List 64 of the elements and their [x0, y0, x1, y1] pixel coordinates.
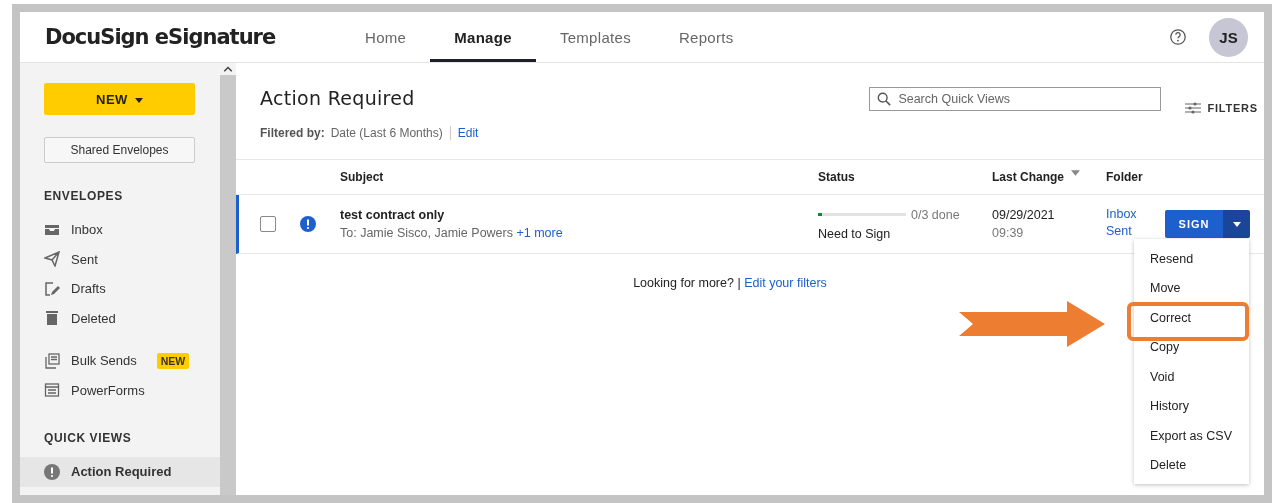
pencil-page-icon: [44, 280, 60, 297]
caret-icon: [134, 97, 143, 103]
folder-link[interactable]: Sent: [1106, 224, 1165, 238]
nav-tab[interactable]: Manage: [430, 15, 536, 62]
looking-for-more-text: Looking for more? |: [633, 276, 741, 290]
menu-item[interactable]: Correct: [1150, 310, 1191, 325]
caret-icon: [1232, 221, 1241, 227]
nav-tab[interactable]: Reports: [654, 15, 758, 62]
actions-dropdown-button[interactable]: [1223, 210, 1250, 238]
logo: DocuSign eSignature: [45, 25, 277, 49]
exclamation-icon: [300, 216, 316, 232]
sidebar-item[interactable]: Deleted: [20, 303, 220, 333]
new-button[interactable]: NEW: [44, 83, 195, 115]
recipients: To: Jamie Sisco, Jamie Powers: [340, 226, 513, 240]
search-field[interactable]: Search Quick Views: [869, 87, 1162, 111]
form-icon: [44, 382, 60, 399]
progress-text: 0/3 done: [911, 207, 960, 222]
menu-item[interactable]: Move: [1150, 281, 1181, 296]
section-heading: QUICK VIEWS: [44, 431, 133, 445]
time-text: 09:39: [992, 226, 1024, 240]
envelope-subject[interactable]: test contract only: [340, 208, 818, 222]
edit-link[interactable]: Edit: [457, 126, 479, 140]
menu-item[interactable]: Void: [1150, 369, 1175, 384]
help-icon[interactable]: [1169, 28, 1187, 46]
row-checkbox[interactable]: [260, 216, 276, 232]
column-header[interactable]: Status: [818, 170, 992, 184]
filter-label: Filtered by:: [260, 126, 325, 140]
user-avatar[interactable]: JS: [1209, 17, 1248, 57]
page-title: Action Required: [260, 87, 416, 109]
exclamation-icon: [44, 463, 60, 480]
section-heading: ENVELOPES: [44, 189, 124, 203]
column-header[interactable]: Last Change: [992, 170, 1064, 184]
filters-button[interactable]: FILTERS: [1185, 101, 1258, 115]
sidebar-item[interactable]: Action Required: [20, 457, 220, 487]
nav-tab[interactable]: Home: [341, 15, 431, 62]
folder-link[interactable]: Inbox: [1106, 207, 1165, 221]
search-icon: [877, 92, 892, 106]
scroll-up-icon[interactable]: [220, 63, 236, 75]
column-header[interactable]: Subject: [340, 170, 818, 184]
sign-button[interactable]: SIGN: [1165, 210, 1223, 238]
sidebar-item[interactable]: Inbox: [20, 215, 220, 245]
menu-item[interactable]: Export as CSV: [1150, 428, 1232, 443]
paper-plane-icon: [44, 251, 60, 268]
sidebar-item[interactable]: Bulk Sends NEW: [20, 346, 220, 376]
edit-filters-link[interactable]: Edit your filters: [744, 276, 827, 290]
date-text: 09/29/2021: [992, 208, 1055, 222]
stacked-pages-icon: [44, 352, 60, 369]
sidebar-item[interactable]: PowerForms: [20, 375, 220, 405]
sidebar-item[interactable]: Drafts: [20, 274, 220, 304]
sort-icon[interactable]: [1071, 170, 1080, 176]
menu-item[interactable]: Copy: [1150, 340, 1180, 355]
filter-value: Date (Last 6 Months): [330, 126, 451, 140]
trash-icon: [44, 310, 60, 327]
sliders-icon: [1185, 101, 1202, 115]
new-badge: NEW: [156, 352, 190, 369]
menu-item[interactable]: History: [1150, 399, 1189, 414]
shared-envelopes-button[interactable]: Shared Envelopes: [44, 137, 195, 163]
column-header[interactable]: Folder: [1106, 170, 1165, 184]
status-text: Need to Sign: [818, 226, 892, 241]
menu-item[interactable]: Delete: [1150, 458, 1187, 473]
more-recipients-link[interactable]: +1 more: [516, 226, 563, 240]
sidebar-item[interactable]: Sent: [20, 244, 220, 274]
nav-tab[interactable]: Templates: [535, 15, 655, 62]
menu-item[interactable]: Resend: [1150, 251, 1194, 266]
